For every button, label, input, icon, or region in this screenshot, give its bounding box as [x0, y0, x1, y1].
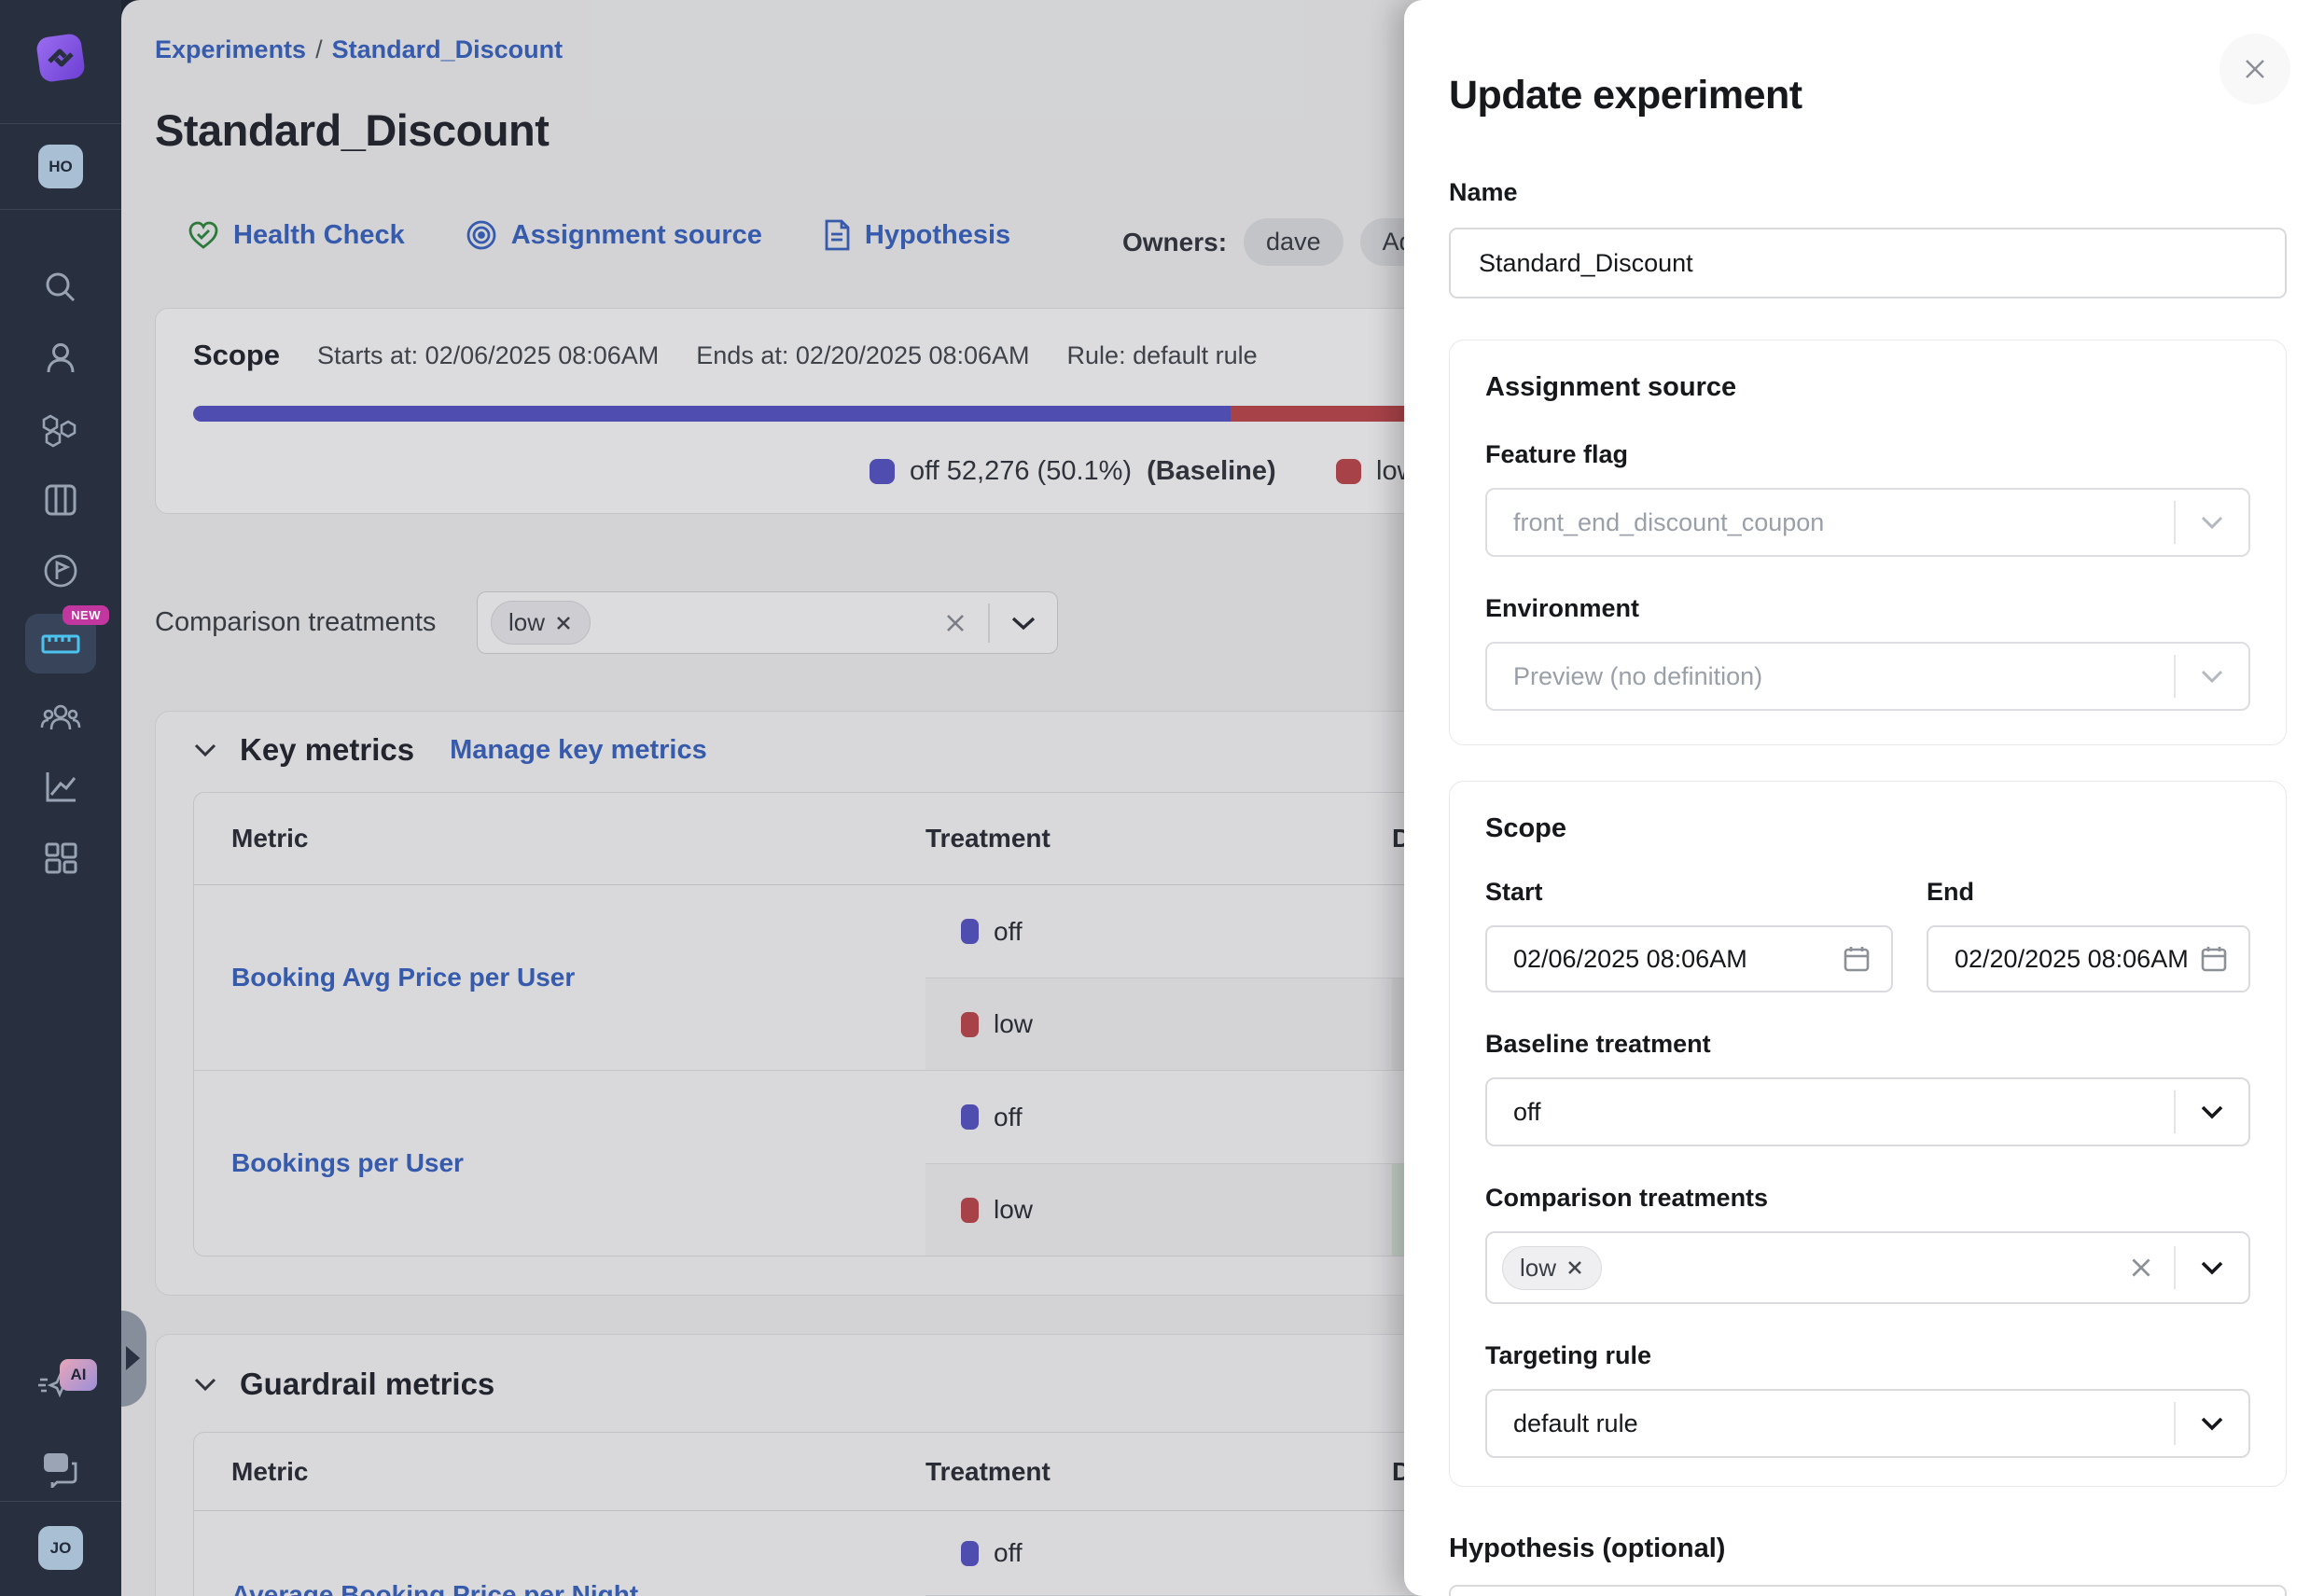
app-logo-icon[interactable]: [36, 34, 85, 82]
panel-title: Update experiment: [1449, 73, 2287, 118]
sidebar-divider: [0, 209, 121, 210]
chevron-down-icon: [2176, 515, 2248, 530]
assignment-source-card: Assignment source Feature flag front_end…: [1449, 340, 2287, 745]
name-input[interactable]: Standard_Discount: [1449, 228, 2287, 298]
treatment-chip[interactable]: low: [1502, 1246, 1602, 1290]
columns-icon[interactable]: [0, 465, 121, 535]
new-badge: NEW: [63, 605, 109, 625]
svg-text:?: ?: [51, 1456, 61, 1472]
end-label: End: [1927, 878, 2250, 907]
scope-card-title: Scope: [1485, 813, 2250, 844]
chip-remove-icon[interactable]: [1566, 1258, 1584, 1277]
flag-icon[interactable]: [0, 535, 121, 606]
start-label: Start: [1485, 878, 1893, 907]
comparison-treatments-select[interactable]: low: [1485, 1231, 2250, 1304]
profile-icon[interactable]: [0, 323, 121, 394]
update-experiment-panel: Update experiment Name Standard_Discount…: [1404, 0, 2324, 1596]
hypothesis-label: Hypothesis (optional): [1449, 1534, 2287, 1564]
start-date-input[interactable]: 02/06/2025 08:06AM: [1485, 925, 1893, 992]
user-avatar[interactable]: JO: [38, 1526, 83, 1570]
sidebar-divider: [0, 123, 121, 124]
analytics-icon[interactable]: [0, 752, 121, 823]
chevron-down-icon: [2176, 669, 2248, 684]
sidebar-divider: [0, 1501, 121, 1502]
assignment-source-title: Assignment source: [1485, 372, 2250, 403]
targeting-rule-select[interactable]: default rule: [1485, 1389, 2250, 1458]
chevron-down-icon: [2176, 1104, 2248, 1119]
nodes-icon[interactable]: [0, 394, 121, 465]
end-date-input[interactable]: 02/20/2025 08:06AM: [1927, 925, 2250, 992]
targeting-rule-label: Targeting rule: [1485, 1341, 2250, 1370]
ruler-icon: [40, 630, 81, 658]
ai-assistant-icon[interactable]: AI: [0, 1357, 121, 1417]
search-icon[interactable]: [0, 252, 121, 323]
comparison-treatments-label: Comparison treatments: [1485, 1184, 2250, 1213]
chevron-down-icon: [2176, 1416, 2248, 1431]
environment-select[interactable]: Preview (no definition): [1485, 642, 2250, 711]
environment-label: Environment: [1485, 594, 2250, 623]
feature-flag-select[interactable]: front_end_discount_coupon: [1485, 488, 2250, 557]
calendar-icon[interactable]: [1843, 944, 1871, 974]
baseline-treatment-label: Baseline treatment: [1485, 1030, 2250, 1059]
close-icon[interactable]: [2220, 34, 2290, 104]
workspace-badge[interactable]: HO: [38, 145, 83, 188]
clear-icon[interactable]: [2108, 1254, 2174, 1282]
sidebar: HO NEW: [0, 0, 121, 1596]
sidebar-item-metrics-active[interactable]: NEW: [25, 614, 96, 673]
feature-flag-label: Feature flag: [1485, 440, 2250, 469]
scope-card: Scope Start 02/06/2025 08:06AM End 02/20…: [1449, 781, 2287, 1487]
hypothesis-input[interactable]: [1449, 1585, 2287, 1596]
baseline-treatment-select[interactable]: off: [1485, 1077, 2250, 1146]
dashboard-icon[interactable]: [0, 823, 121, 894]
sidebar-bottom: AI ? JO: [0, 1357, 121, 1596]
ai-badge: AI: [60, 1359, 97, 1391]
name-label: Name: [1449, 178, 2287, 207]
audience-icon[interactable]: [0, 681, 121, 752]
help-chat-icon[interactable]: ?: [0, 1436, 121, 1501]
chevron-down-icon: [2176, 1260, 2248, 1275]
calendar-icon[interactable]: [2200, 944, 2228, 974]
sidebar-nav: NEW: [0, 252, 121, 894]
